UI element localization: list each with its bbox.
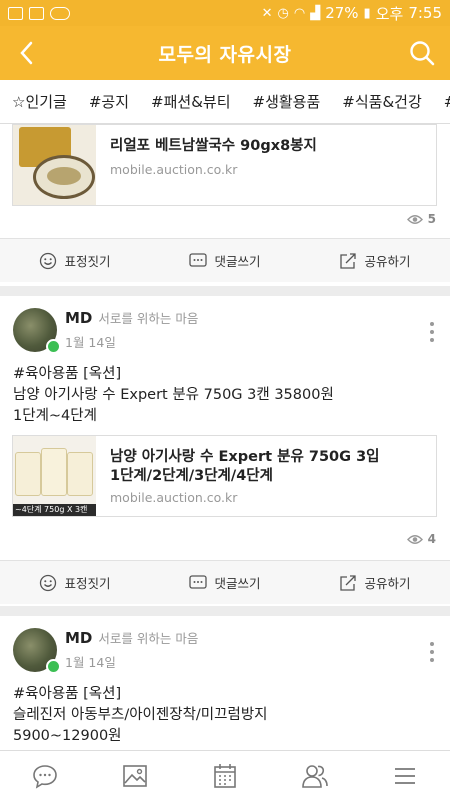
link-thumbnail [13,125,96,205]
calendar-icon [214,763,236,788]
crown-badge-icon [46,339,61,354]
mute-icon: ✕ [261,5,273,21]
post-card: 리얼포 베트남쌀국수 90gx8봉지 mobile.auction.co.kr … [0,124,450,286]
post-author[interactable]: MD 서로를 위하는 마음 1월 14일 [13,628,199,674]
page-title: 모두의 자유시장 [158,43,292,66]
emotion-label: 표정짓기 [64,576,111,591]
more-options-button[interactable] [424,642,440,662]
category-baby[interactable]: #육 [432,91,450,112]
back-button[interactable] [8,35,44,71]
post-feed[interactable]: 리얼포 베트남쌀국수 90gx8봉지 mobile.auction.co.kr … [0,124,450,750]
view-count-value: 4 [427,532,436,546]
nav-menu-button[interactable] [385,756,425,796]
share-label: 공유하기 [364,254,411,269]
view-count: 4 [406,532,436,546]
category-notice[interactable]: #공지 [77,91,139,112]
nav-members-button[interactable] [295,756,335,796]
emotion-button[interactable]: 표정짓기 [0,251,150,270]
share-button[interactable]: 공유하기 [300,573,450,592]
post-actions: 표정짓기 댓글쓰기 공유하기 [0,560,450,604]
search-button[interactable] [404,35,440,71]
post-text-line: 5900~12900원 [13,728,122,744]
crown-badge-icon [46,659,61,674]
post-date: 1월 14일 [65,335,116,350]
link-title-line: 남양 아기사랑 수 Expert 분유 750G 3입 [110,449,380,465]
comment-button[interactable]: 댓글쓰기 [150,251,300,270]
time-ampm: 오후 [375,4,404,23]
view-count: 5 [406,212,436,226]
wifi-icon: ◠ [293,5,306,21]
photo-icon [123,764,147,787]
post-text-line: 슬레진저 아동부츠/아이젠장착/미끄럼방지 [13,707,268,723]
members-icon [302,764,328,788]
signal-icon: ▟ [310,5,321,21]
battery-percent: 27% [325,4,359,22]
post-body: #육아용품 [옥션] 슬레진저 아동부츠/아이젠장착/미끄럼방지 5900~12… [13,684,268,747]
talk-notification-icon [50,6,70,20]
back-arrow-icon [20,41,33,65]
clock: 7:55 [408,4,442,22]
bottom-navigation [0,750,450,800]
category-tabs: ☆인기글 #공지 #패션&뷰티 #생활용품 #식품&건강 #육 [0,80,450,124]
category-food-health[interactable]: #식품&건강 [330,91,431,112]
thumbnail-caption: ~4단계 750g X 3캔 [13,504,96,516]
share-icon [340,252,357,269]
link-title-line: 1단계/2단계/3단계/4단계 [110,468,273,484]
share-button[interactable]: 공유하기 [300,251,450,270]
share-label: 공유하기 [364,576,411,591]
category-household[interactable]: #생활용품 [241,91,331,112]
view-count-value: 5 [427,212,436,226]
status-bar: ✕ ◷ ◠ ▟ 27% ▮ 오후 7:55 [0,0,450,26]
share-icon [340,574,357,591]
notification-icon [8,6,23,20]
battery-icon: ▮ [363,5,371,21]
category-popular[interactable]: ☆인기글 [0,91,77,112]
comment-icon [189,252,208,267]
avatar[interactable] [13,308,61,354]
post-text-line: 남양 아기사랑 수 Expert 분유 750G 3캔 35800원 [13,387,334,403]
chat-bubble-icon [33,764,57,789]
eye-icon [406,534,423,544]
post-body: #육아용품 [옥션] 남양 아기사랑 수 Expert 분유 750G 3캔 3… [13,364,334,427]
nav-chat-button[interactable] [25,756,65,796]
author-description: 서로를 위하는 마음 [98,631,199,646]
emotion-button[interactable]: 표정짓기 [0,573,150,592]
category-fashion-beauty[interactable]: #패션&뷰티 [139,91,240,112]
avatar[interactable] [13,628,61,674]
image-notification-icon [29,6,44,20]
comment-label: 댓글쓰기 [214,576,261,591]
link-preview[interactable]: ~4단계 750g X 3캔 남양 아기사랑 수 Expert 분유 750G … [12,435,437,517]
comment-button[interactable]: 댓글쓰기 [150,573,300,592]
post-date: 1월 14일 [65,655,116,670]
link-title: 리얼포 베트남쌀국수 90gx8봉지 [110,138,317,154]
nav-photo-button[interactable] [115,756,155,796]
eye-icon [406,214,423,224]
post-tag-line: #육아용품 [옥션] [13,366,122,382]
search-icon [410,41,435,66]
smile-icon [40,574,57,591]
more-options-button[interactable] [424,322,440,342]
author-description: 서로를 위하는 마음 [98,311,199,326]
author-name: MD [65,629,93,647]
post-author[interactable]: MD 서로를 위하는 마음 1월 14일 [13,308,199,354]
smile-icon [40,252,57,269]
hamburger-menu-icon [395,767,415,784]
app-header: 모두의 자유시장 [0,26,450,80]
link-thumbnail: ~4단계 750g X 3캔 [13,436,96,516]
link-preview[interactable]: 리얼포 베트남쌀국수 90gx8봉지 mobile.auction.co.kr [12,124,437,206]
post-card: MD 서로를 위하는 마음 1월 14일 #육아용품 [옥션] 남양 아기사랑 수… [0,296,450,606]
alarm-icon: ◷ [277,5,289,21]
link-url: mobile.auction.co.kr [110,162,238,177]
post-actions: 표정짓기 댓글쓰기 공유하기 [0,238,450,282]
link-url: mobile.auction.co.kr [110,490,238,505]
nav-calendar-button[interactable] [205,756,245,796]
comment-icon [189,574,208,589]
emotion-label: 표정짓기 [64,254,111,269]
post-tag-line: #육아용품 [옥션] [13,686,122,702]
author-name: MD [65,309,93,327]
post-card: MD 서로를 위하는 마음 1월 14일 #육아용품 [옥션] 슬레진저 아동부츠… [0,616,450,750]
post-text-line: 1단계~4단계 [13,408,97,424]
comment-label: 댓글쓰기 [214,254,261,269]
